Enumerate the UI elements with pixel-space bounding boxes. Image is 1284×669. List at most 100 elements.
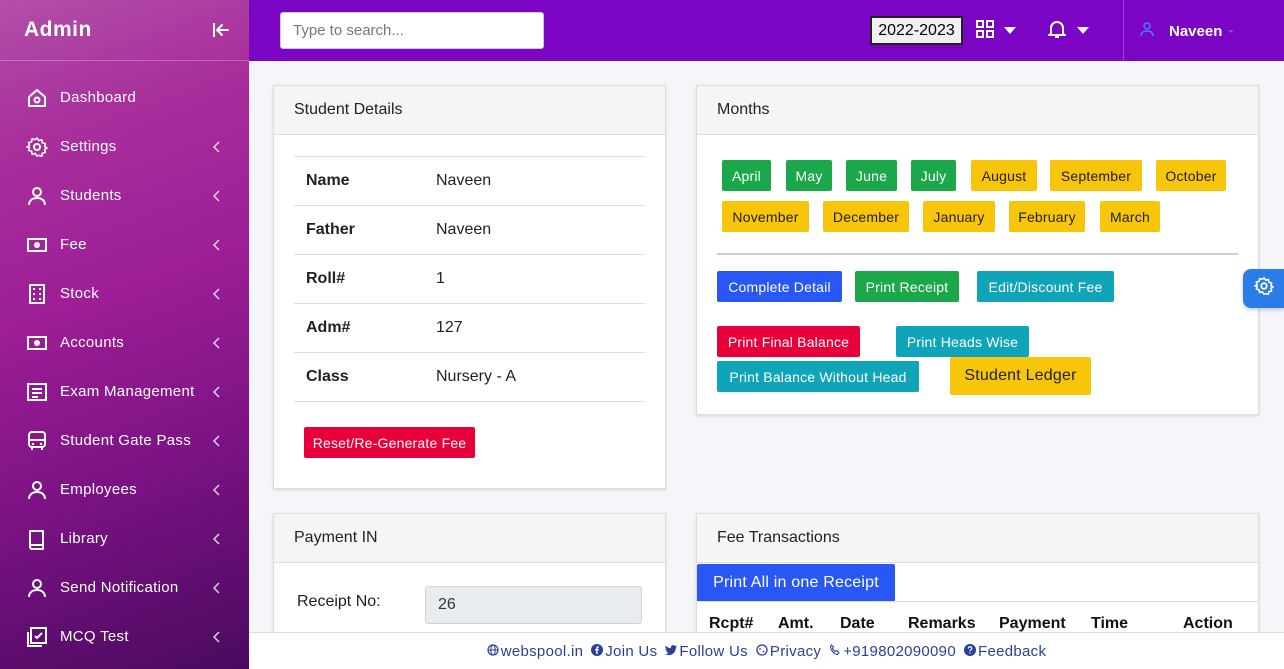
footer: webspool.in Join Us Follow Us Privacy +9… — [249, 632, 1284, 669]
twitter-icon — [665, 643, 678, 660]
user-avatar-icon — [1139, 21, 1155, 41]
print-all-in-one-receipt-button[interactable]: Print All in one Receipt — [697, 564, 895, 602]
user-icon — [26, 479, 48, 501]
month-august-button[interactable]: August — [971, 160, 1037, 191]
globe-icon — [487, 643, 499, 660]
settings-panel-toggle[interactable] — [1243, 269, 1284, 308]
sidebar-item-label: Student Gate Pass — [60, 432, 192, 449]
footer-privacy-text: Privacy — [769, 642, 822, 660]
user-menu[interactable]: Naveen — [1139, 18, 1235, 44]
bus-icon — [26, 430, 48, 452]
month-december-button[interactable]: December — [823, 201, 909, 232]
user-icon — [26, 577, 48, 599]
footer-website-text: webspool.in — [500, 642, 584, 660]
print-final-balance-button[interactable]: Print Final Balance — [717, 326, 860, 357]
phone-icon — [829, 643, 841, 660]
month-march-button[interactable]: March — [1100, 201, 1160, 232]
user-icon — [26, 185, 48, 207]
month-june-button[interactable]: June — [846, 160, 897, 191]
chevron-left-icon — [211, 238, 221, 252]
sidebar-item-student-gate-pass[interactable]: Student Gate Pass — [0, 416, 249, 465]
chevron-left-icon — [211, 532, 221, 546]
sidebar-item-label: MCQ Test — [60, 628, 129, 645]
month-january-button[interactable]: January — [923, 201, 995, 232]
month-july-button[interactable]: July — [911, 160, 956, 191]
sidebar-item-label: Stock — [60, 285, 100, 302]
sidebar-item-label: Dashboard — [60, 89, 137, 106]
month-february-button[interactable]: February — [1009, 201, 1085, 232]
footer-phone-link[interactable]: +919802090090 — [829, 643, 956, 660]
sidebar-item-label: Employees — [60, 481, 137, 498]
topbar: 2022-2023 Naveen — [249, 0, 1284, 61]
cookie-icon — [756, 643, 768, 660]
sidebar-item-send-notification[interactable]: Send Notification — [0, 563, 249, 612]
chevron-left-icon — [211, 483, 221, 497]
grid-icon — [976, 19, 994, 43]
sidebar-item-label: Exam Management — [60, 383, 195, 400]
column-header-remarks: Remarks — [908, 615, 976, 632]
month-october-button[interactable]: October — [1156, 160, 1226, 191]
reset-regenerate-fee-button[interactable]: Reset/Re-Generate Fee — [304, 427, 475, 458]
sidebar-item-label: Fee — [60, 236, 87, 253]
month-may-button[interactable]: May — [786, 160, 832, 191]
footer-phone-text: +919802090090 — [843, 642, 956, 660]
month-september-button[interactable]: September — [1050, 160, 1142, 191]
collapse-sidebar-icon[interactable] — [211, 20, 231, 40]
sidebar-nav: Dashboard Settings Students Fee Stock Ac… — [0, 61, 249, 661]
month-november-button[interactable]: November — [722, 201, 809, 232]
sidebar-item-employees[interactable]: Employees — [0, 465, 249, 514]
column-header-date: Date — [840, 615, 875, 632]
footer-follow-text: Follow Us — [679, 642, 748, 660]
money-icon — [26, 332, 48, 354]
footer-follow-link[interactable]: Follow Us — [665, 643, 748, 660]
field-key: Class — [306, 368, 349, 385]
notifications-button[interactable] — [1047, 18, 1089, 44]
months-card: Months April May June July August Septem… — [696, 85, 1259, 415]
field-key: Name — [306, 172, 350, 189]
divider — [717, 253, 1238, 255]
print-heads-wise-button[interactable]: Print Heads Wise — [896, 326, 1029, 357]
checklist-icon — [26, 626, 48, 648]
home-icon — [26, 87, 48, 109]
chevron-left-icon — [211, 385, 221, 399]
field-key: Roll# — [306, 270, 346, 287]
session-year-selector[interactable]: 2022-2023 — [870, 16, 963, 45]
field-value: Naveen — [436, 172, 492, 189]
sidebar-item-students[interactable]: Students — [0, 171, 249, 220]
sidebar-item-label: Accounts — [60, 334, 125, 351]
table-row: Class Nursery - A — [294, 352, 645, 402]
footer-join-link[interactable]: Join Us — [591, 643, 657, 660]
document-icon — [26, 381, 48, 403]
search-input[interactable] — [280, 12, 544, 49]
chevron-left-icon — [211, 140, 221, 154]
table-header-divider — [697, 601, 1258, 602]
field-key: Adm# — [306, 319, 351, 336]
footer-privacy-link[interactable]: Privacy — [756, 643, 821, 660]
user-name: Naveen — [1169, 22, 1223, 40]
edit-discount-fee-button[interactable]: Edit/Discount Fee — [977, 271, 1114, 302]
apps-menu-button[interactable] — [976, 18, 1016, 44]
sidebar-item-stock[interactable]: Stock — [0, 269, 249, 318]
print-receipt-button[interactable]: Print Receipt — [855, 271, 959, 302]
facebook-icon — [591, 643, 604, 660]
footer-feedback-link[interactable]: Feedback — [963, 643, 1046, 660]
column-header-time: Time — [1091, 615, 1129, 632]
card-title: Payment IN — [274, 514, 665, 563]
sidebar-item-settings[interactable]: Settings — [0, 122, 249, 171]
field-key: Father — [306, 221, 355, 238]
footer-website-link[interactable]: webspool.in — [487, 643, 584, 660]
chevron-left-icon — [211, 630, 221, 644]
sidebar-item-mcq-test[interactable]: MCQ Test — [0, 612, 249, 661]
column-header-action: Action — [1183, 615, 1233, 632]
complete-detail-button[interactable]: Complete Detail — [717, 271, 842, 302]
sidebar-item-exam-management[interactable]: Exam Management — [0, 367, 249, 416]
sidebar-item-dashboard[interactable]: Dashboard — [0, 73, 249, 122]
student-ledger-button[interactable]: Student Ledger — [950, 357, 1091, 395]
sidebar-item-accounts[interactable]: Accounts — [0, 318, 249, 367]
sidebar-item-library[interactable]: Library — [0, 514, 249, 563]
month-april-button[interactable]: April — [722, 160, 771, 191]
receipt-no-field[interactable]: 26 — [425, 586, 642, 624]
sidebar-item-label: Settings — [60, 138, 117, 155]
sidebar-item-fee[interactable]: Fee — [0, 220, 249, 269]
print-balance-without-head-button[interactable]: Print Balance Without Head — [717, 361, 919, 392]
